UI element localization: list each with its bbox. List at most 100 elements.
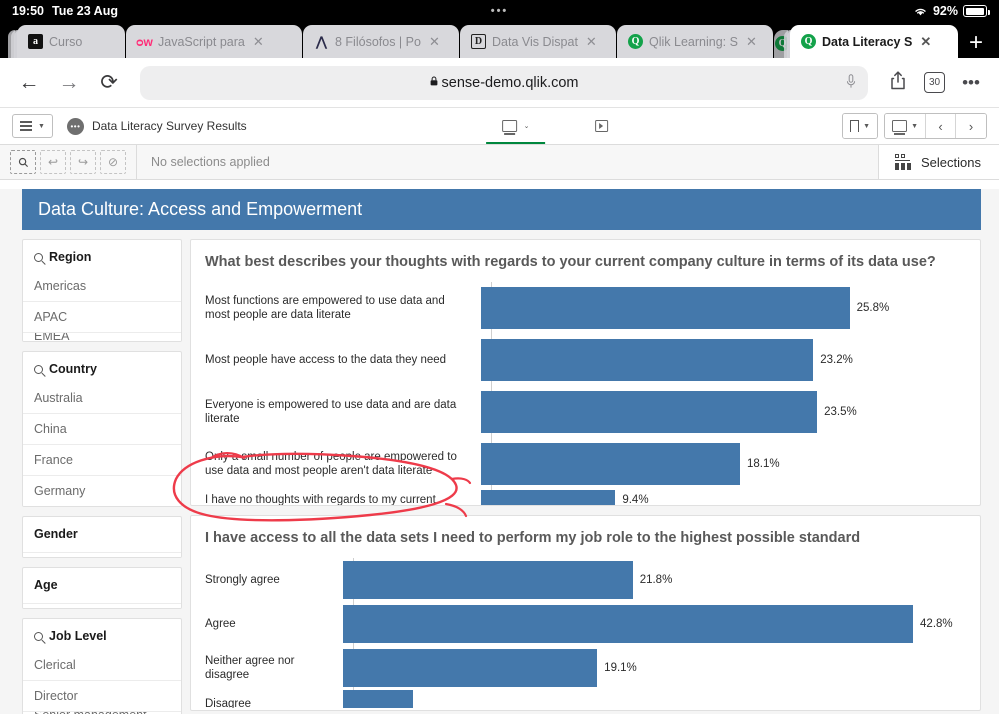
browser-tab[interactable]: ᴑᴡ JavaScript para ✕: [126, 25, 302, 58]
filter-header[interactable]: Country: [23, 352, 181, 385]
bar[interactable]: [343, 690, 413, 708]
qlik-favicon: Q: [801, 34, 816, 49]
chart-bar-row[interactable]: Most people have access to the data they…: [205, 334, 966, 386]
filter-title: Age: [34, 578, 58, 592]
list-item[interactable]: Germany: [23, 475, 181, 506]
bar[interactable]: [481, 443, 740, 485]
filter-collapsed-strip: [23, 603, 181, 608]
selections-icon: [895, 153, 912, 171]
chart-bar-row[interactable]: I have no thoughts with regards to my cu…: [205, 490, 966, 506]
list-item-clipped[interactable]: EMEA: [23, 332, 181, 341]
bar[interactable]: [481, 391, 818, 433]
filter-header[interactable]: Gender: [23, 517, 181, 552]
browser-tab[interactable]: D Data Vis Dispat ✕: [460, 25, 616, 58]
filter-age[interactable]: Age: [22, 567, 182, 609]
tab-title: Qlik Learning: S: [649, 34, 738, 49]
status-dots: •••: [490, 5, 509, 17]
chart-bar-row[interactable]: Only a small number of people are empowe…: [205, 438, 966, 490]
sheet-nav-group: ▼ ‹ ›: [884, 113, 987, 139]
bar[interactable]: [343, 605, 914, 643]
chart-bar-row[interactable]: Strongly agree 21.8%: [205, 558, 966, 602]
battery-icon: [963, 5, 990, 17]
bookmark-button[interactable]: ▼: [843, 114, 878, 138]
search-icon[interactable]: [34, 364, 43, 374]
tab-close-icon[interactable]: ✕: [746, 34, 757, 50]
browser-tab[interactable]: Q Qlik Learning: S ✕: [617, 25, 773, 58]
list-item[interactable]: Clerical: [23, 652, 181, 680]
browser-tab[interactable]: a Curso: [17, 25, 125, 58]
tab-title: JavaScript para: [158, 34, 245, 49]
tab-close-icon[interactable]: ✕: [429, 34, 440, 50]
bar[interactable]: [481, 287, 850, 329]
browser-tab[interactable]: ⋀ 8 Filósofos | Po ✕: [303, 25, 459, 58]
forward-icon[interactable]: →: [56, 72, 82, 93]
microphone-icon[interactable]: [846, 73, 856, 92]
tab-count-button[interactable]: 30: [924, 72, 945, 93]
filter-title: Gender: [34, 527, 78, 541]
chart-bar-row[interactable]: Neither agree nor disagree 19.1%: [205, 646, 966, 690]
tab-close-icon[interactable]: ✕: [253, 34, 264, 50]
chart-bar-row[interactable]: Everyone is empowered to use data and ar…: [205, 386, 966, 438]
sheet-list-button[interactable]: ▼: [885, 114, 926, 138]
selection-search-icon[interactable]: [10, 150, 36, 174]
filter-region[interactable]: Region Americas APAC EMEA: [22, 239, 182, 342]
app-menu-button[interactable]: ▼: [12, 114, 53, 138]
browser-tab-active[interactable]: Q Data Literacy S ✕: [790, 25, 958, 58]
next-sheet-button[interactable]: ›: [956, 114, 986, 138]
qlik-app-toolbar: ▼ ••• Data Literacy Survey Results ⌄ ▼ ▼…: [0, 108, 999, 145]
filter-country[interactable]: Country Australia China France Germany: [22, 351, 182, 507]
bar-track: 23.2%: [481, 339, 966, 381]
list-item[interactable]: France: [23, 444, 181, 475]
bar-category-label: I have no thoughts with regards to my cu…: [205, 494, 436, 506]
bar[interactable]: [343, 561, 633, 599]
sheet-body: Region Americas APAC EMEA Country Austra…: [0, 230, 999, 714]
chart-bar-row[interactable]: Most functions are empowered to use data…: [205, 282, 966, 334]
search-icon[interactable]: [34, 631, 43, 641]
selection-clear-icon[interactable]: ⊘: [100, 150, 126, 174]
tab-stack-right: Q: [774, 30, 794, 58]
chart-title: What best describes your thoughts with r…: [205, 254, 936, 270]
selection-forward-icon[interactable]: ↪: [70, 150, 96, 174]
bar-value-label: 21.8%: [639, 574, 673, 586]
tab-story-view[interactable]: [579, 108, 624, 144]
selections-button[interactable]: Selections: [878, 145, 999, 179]
chart-bar-row[interactable]: Disagree: [205, 690, 966, 708]
search-icon[interactable]: [34, 252, 43, 262]
chart-data-access[interactable]: I have access to all the data sets I nee…: [190, 515, 981, 711]
chart-data-culture[interactable]: What best describes your thoughts with r…: [190, 239, 981, 506]
address-bar[interactable]: sense-demo.qlik.com: [140, 65, 868, 100]
bar[interactable]: [343, 649, 598, 687]
reload-icon[interactable]: ⟳: [96, 72, 122, 93]
bar[interactable]: [481, 339, 814, 381]
chart-bar-row[interactable]: Agree 42.8%: [205, 602, 966, 646]
tab-close-icon[interactable]: ✕: [586, 34, 597, 50]
filter-gender[interactable]: Gender: [22, 516, 182, 558]
tab-close-icon[interactable]: ✕: [920, 34, 931, 50]
filter-header[interactable]: Job Level: [23, 619, 181, 652]
more-icon[interactable]: •••: [959, 73, 983, 93]
selection-back-icon[interactable]: ↩: [40, 150, 66, 174]
selections-label: Selections: [921, 154, 981, 170]
list-item[interactable]: Director: [23, 680, 181, 711]
chart-plot-area: Most functions are empowered to use data…: [205, 282, 966, 506]
chart-title: I have access to all the data sets I nee…: [205, 530, 861, 546]
browser-nav-bar: ← → ⟳ sense-demo.qlik.com 30 •••: [0, 58, 999, 108]
list-item[interactable]: Australia: [23, 385, 181, 413]
filter-header[interactable]: Region: [23, 240, 181, 273]
filter-title: Job Level: [49, 629, 107, 643]
list-item[interactable]: APAC: [23, 301, 181, 332]
back-icon[interactable]: ←: [16, 72, 42, 93]
filter-job-level[interactable]: Job Level Clerical Director Senior manag…: [22, 618, 182, 714]
new-tab-button[interactable]: +: [969, 31, 983, 55]
tab-title: Curso: [49, 34, 83, 49]
list-item[interactable]: China: [23, 413, 181, 444]
filter-header[interactable]: Age: [23, 568, 181, 603]
list-item[interactable]: Americas: [23, 273, 181, 301]
bar[interactable]: [481, 490, 616, 505]
browser-tab-strip: a Curso ᴑᴡ JavaScript para ✕ ⋀ 8 Filósof…: [0, 22, 999, 58]
share-icon[interactable]: [886, 70, 910, 95]
prev-sheet-button[interactable]: ‹: [926, 114, 956, 138]
tab-sheet-view[interactable]: ⌄: [485, 108, 546, 144]
selection-tools: ↩ ↪ ⊘: [0, 145, 136, 179]
qlik-favicon: Q: [628, 34, 643, 49]
